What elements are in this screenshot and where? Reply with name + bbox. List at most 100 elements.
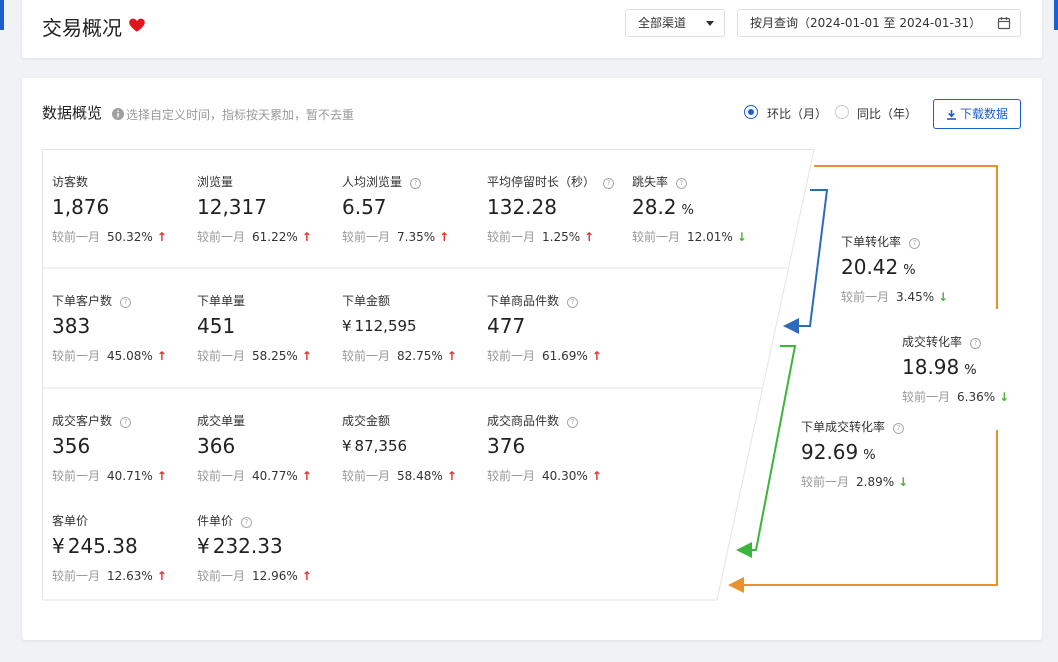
metric-label-text: 成交单量	[197, 414, 246, 428]
metric-label: 下单转化率?	[841, 233, 981, 251]
metric-value: ¥112,595	[342, 311, 482, 341]
metric-bounce-rate: 跳失率? 28.2% 较前一月 12.01% ↓	[632, 173, 772, 245]
metric-value-text: 87,356	[354, 437, 408, 455]
metric-deal-count: 成交单量 366 较前一月 40.77% ↑	[197, 412, 337, 484]
arrow-up-icon: ↑	[584, 230, 595, 244]
metric-value-text: 92.69	[801, 440, 859, 464]
compare-label: 较前一月	[632, 230, 681, 244]
arrow-up-icon: ↑	[156, 230, 167, 244]
help-icon[interactable]: ?	[970, 338, 982, 349]
metric-deal-customers: 成交客户数? 356 较前一月 40.71% ↑	[52, 412, 192, 484]
metric-value-text: 132.28	[487, 195, 557, 219]
metric-value-text: 12,317	[197, 195, 267, 219]
compare-percent: 50.32%	[107, 230, 153, 244]
metric-compare: 较前一月 3.45% ↓	[841, 288, 981, 305]
arrow-up-icon: ↑	[301, 469, 312, 483]
metric-label-text: 成交客户数	[52, 414, 113, 428]
date-range-picker[interactable]: 按月查询（2024-01-01 至 2024-01-31）	[737, 9, 1021, 37]
metric-value-text: 245.38	[67, 534, 138, 558]
arrow-up-icon: ↑	[591, 349, 602, 363]
metric-compare: 较前一月 58.25% ↑	[197, 347, 337, 364]
metric-label: 成交转化率?	[902, 333, 1042, 351]
help-icon[interactable]: ?	[120, 417, 132, 428]
compare-percent: 58.25%	[252, 349, 298, 363]
metric-value-text: 112,595	[354, 317, 417, 335]
heart-icon[interactable]	[128, 16, 146, 34]
metric-order-count: 下单单量 451 较前一月 58.25% ↑	[197, 292, 337, 364]
metric-compare: 较前一月 40.77% ↑	[197, 467, 337, 484]
metric-avg-pageviews: 人均浏览量? 6.57 较前一月 7.35% ↑	[342, 173, 482, 245]
metric-value: 18.98%	[902, 352, 1042, 382]
metric-compare: 较前一月 45.08% ↑	[52, 347, 192, 364]
help-icon[interactable]: ?	[603, 178, 615, 189]
metric-value: 6.57	[342, 192, 482, 222]
flow-arrow-green	[736, 345, 797, 558]
metric-label: 件单价?	[197, 512, 337, 530]
metric-label: 人均浏览量?	[342, 173, 482, 191]
metric-order-customers: 下单客户数? 383 较前一月 45.08% ↑	[52, 292, 192, 364]
metric-order-deal-rate: 下单成交转化率? 92.69% 较前一月 2.89% ↓	[801, 418, 941, 490]
compare-label: 较前一月	[342, 349, 391, 363]
arrow-up-icon: ↑	[301, 349, 312, 363]
metric-label-text: 平均停留时长（秒）	[487, 175, 596, 189]
metric-compare: 较前一月 12.01% ↓	[632, 228, 772, 245]
metric-value: 92.69%	[801, 437, 941, 467]
right-edge-accent	[1054, 0, 1058, 30]
metric-label-text: 人均浏览量	[342, 175, 403, 189]
arrow-up-icon: ↑	[156, 349, 167, 363]
help-icon[interactable]: ?	[909, 238, 921, 249]
metric-label: 客单价	[52, 512, 192, 530]
metric-label-text: 下单客户数	[52, 294, 113, 308]
metric-value-text: 20.42	[841, 255, 899, 279]
help-icon[interactable]: ?	[567, 417, 579, 428]
metric-value: 366	[197, 431, 337, 461]
metric-value: 20.42%	[841, 252, 981, 282]
compare-label: 较前一月	[841, 290, 890, 304]
metric-order-rate: 下单转化率? 20.42% 较前一月 3.45% ↓	[841, 233, 981, 305]
compare-percent: 12.63%	[107, 569, 153, 583]
chevron-down-icon	[706, 21, 714, 26]
help-icon[interactable]: ?	[567, 297, 579, 308]
metric-label: 下单商品件数?	[487, 292, 627, 310]
metric-avg-order-price: 客单价 ¥245.38 较前一月 12.63% ↑	[52, 512, 192, 584]
metric-deal-items: 成交商品件数? 376 较前一月 40.30% ↑	[487, 412, 627, 484]
help-icon[interactable]: ?	[241, 517, 253, 528]
compare-percent: 82.75%	[397, 349, 443, 363]
compare-percent: 58.48%	[397, 469, 443, 483]
compare-percent: 2.89%	[856, 475, 895, 489]
compare-percent: 1.25%	[542, 230, 581, 244]
metric-value: 12,317	[197, 192, 337, 222]
arrow-up-icon: ↑	[156, 469, 167, 483]
metric-deal-amount: 成交金额 ¥87,356 较前一月 58.48% ↑	[342, 412, 482, 484]
metric-label-text: 下单成交转化率	[801, 420, 886, 434]
arrow-up-icon: ↑	[439, 230, 450, 244]
arrow-up-icon: ↑	[301, 230, 312, 244]
arrow-up-icon: ↑	[446, 469, 457, 483]
calendar-icon	[997, 17, 1011, 30]
help-icon[interactable]: ?	[893, 423, 905, 434]
metric-value: 1,876	[52, 192, 192, 222]
metric-value: 132.28	[487, 192, 627, 222]
metric-order-items: 下单商品件数? 477 较前一月 61.69% ↑	[487, 292, 627, 364]
compare-label: 较前一月	[52, 230, 101, 244]
compare-percent: 40.71%	[107, 469, 153, 483]
channel-select[interactable]: 全部渠道	[625, 9, 725, 37]
arrow-down-icon: ↓	[898, 475, 909, 489]
metric-label: 成交单量	[197, 412, 337, 430]
percent-unit: %	[964, 363, 977, 378]
metric-label: 跳失率?	[632, 173, 772, 191]
help-icon[interactable]: ?	[410, 178, 422, 189]
currency-symbol: ¥	[197, 534, 210, 558]
metric-label: 下单金额	[342, 292, 482, 310]
metric-value: ¥87,356	[342, 431, 482, 461]
metric-label: 浏览量	[197, 173, 337, 191]
help-icon[interactable]: ?	[120, 297, 132, 308]
metric-avg-stay: 平均停留时长（秒）? 132.28 较前一月 1.25% ↑	[487, 173, 627, 245]
metric-compare: 较前一月 7.35% ↑	[342, 228, 482, 245]
compare-percent: 6.36%	[957, 390, 996, 404]
metric-value: ¥245.38	[52, 531, 192, 561]
metric-value-text: 356	[52, 434, 91, 458]
compare-label: 较前一月	[52, 569, 101, 583]
help-icon[interactable]: ?	[676, 178, 688, 189]
arrow-up-icon: ↑	[156, 569, 167, 583]
